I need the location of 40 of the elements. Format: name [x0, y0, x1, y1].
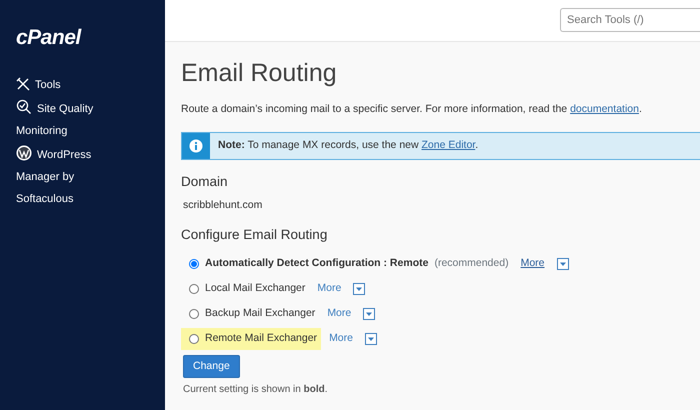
radio-option[interactable]: Backup Mail Exchanger [189, 303, 320, 325]
more-link[interactable]: More [329, 331, 353, 347]
sidebar-item[interactable]: Site Quality Monitoring [16, 98, 120, 142]
domain-name: scribblehunt.com [183, 198, 264, 213]
dropdown-icon[interactable] [363, 308, 376, 320]
footer-note: Current setting is shown in bold. [183, 383, 329, 398]
radio-button[interactable] [189, 309, 199, 320]
description-text: Route a domain’s incoming mail to a specific server. For more information, read the documentation. [181, 102, 643, 117]
option-label: Remote Mail Exchanger [205, 331, 318, 346]
recommended-note: (recommended) [434, 256, 509, 272]
option-label: Local Mail Exchanger [205, 281, 306, 296]
search-field[interactable]: Search Tools (/) [560, 8, 700, 32]
option-label: Automatically Detect Configuration : Remote [205, 256, 428, 272]
radio-button[interactable] [189, 284, 199, 294]
radio-option[interactable]: Local Mail Exchanger [189, 278, 310, 300]
more-link[interactable]: More [327, 306, 352, 322]
more-link[interactable]: More [317, 281, 342, 297]
change-button[interactable]: Change [183, 354, 240, 378]
sidebar-item[interactable]: WordPress Manager by Softaculous [16, 144, 120, 210]
wordpress-icon [16, 144, 32, 160]
radio-option[interactable]: Remote Mail Exchanger [181, 328, 322, 350]
note-text: Note: To manage MX records, use the new Zone Editor. [217, 138, 480, 153]
info-icon [189, 138, 203, 153]
magnifier-check-icon [16, 98, 32, 114]
page-title: Email Routing [181, 58, 338, 88]
radio-button[interactable] [189, 334, 199, 344]
dropdown-icon[interactable] [353, 283, 366, 296]
section-heading: Configure Email Routing [181, 227, 328, 244]
dropdown-icon[interactable] [556, 258, 569, 270]
radio-option[interactable]: Automatically Detect Configuration : Remote (recommended) [189, 253, 513, 275]
more-link[interactable]: More [520, 256, 545, 272]
dropdown-icon[interactable] [365, 333, 377, 346]
documentation-link[interactable]: documentation [570, 103, 639, 115]
sidebar-item[interactable]: Tools [16, 74, 120, 96]
logo-text[interactable]: cPanel [16, 22, 81, 54]
option-label: Backup Mail Exchanger [205, 306, 316, 322]
radio-button[interactable] [189, 259, 199, 270]
section-heading: Domain [181, 174, 229, 190]
zone-editor-link[interactable]: Zone Editor [422, 138, 476, 151]
tools-icon [16, 76, 30, 90]
